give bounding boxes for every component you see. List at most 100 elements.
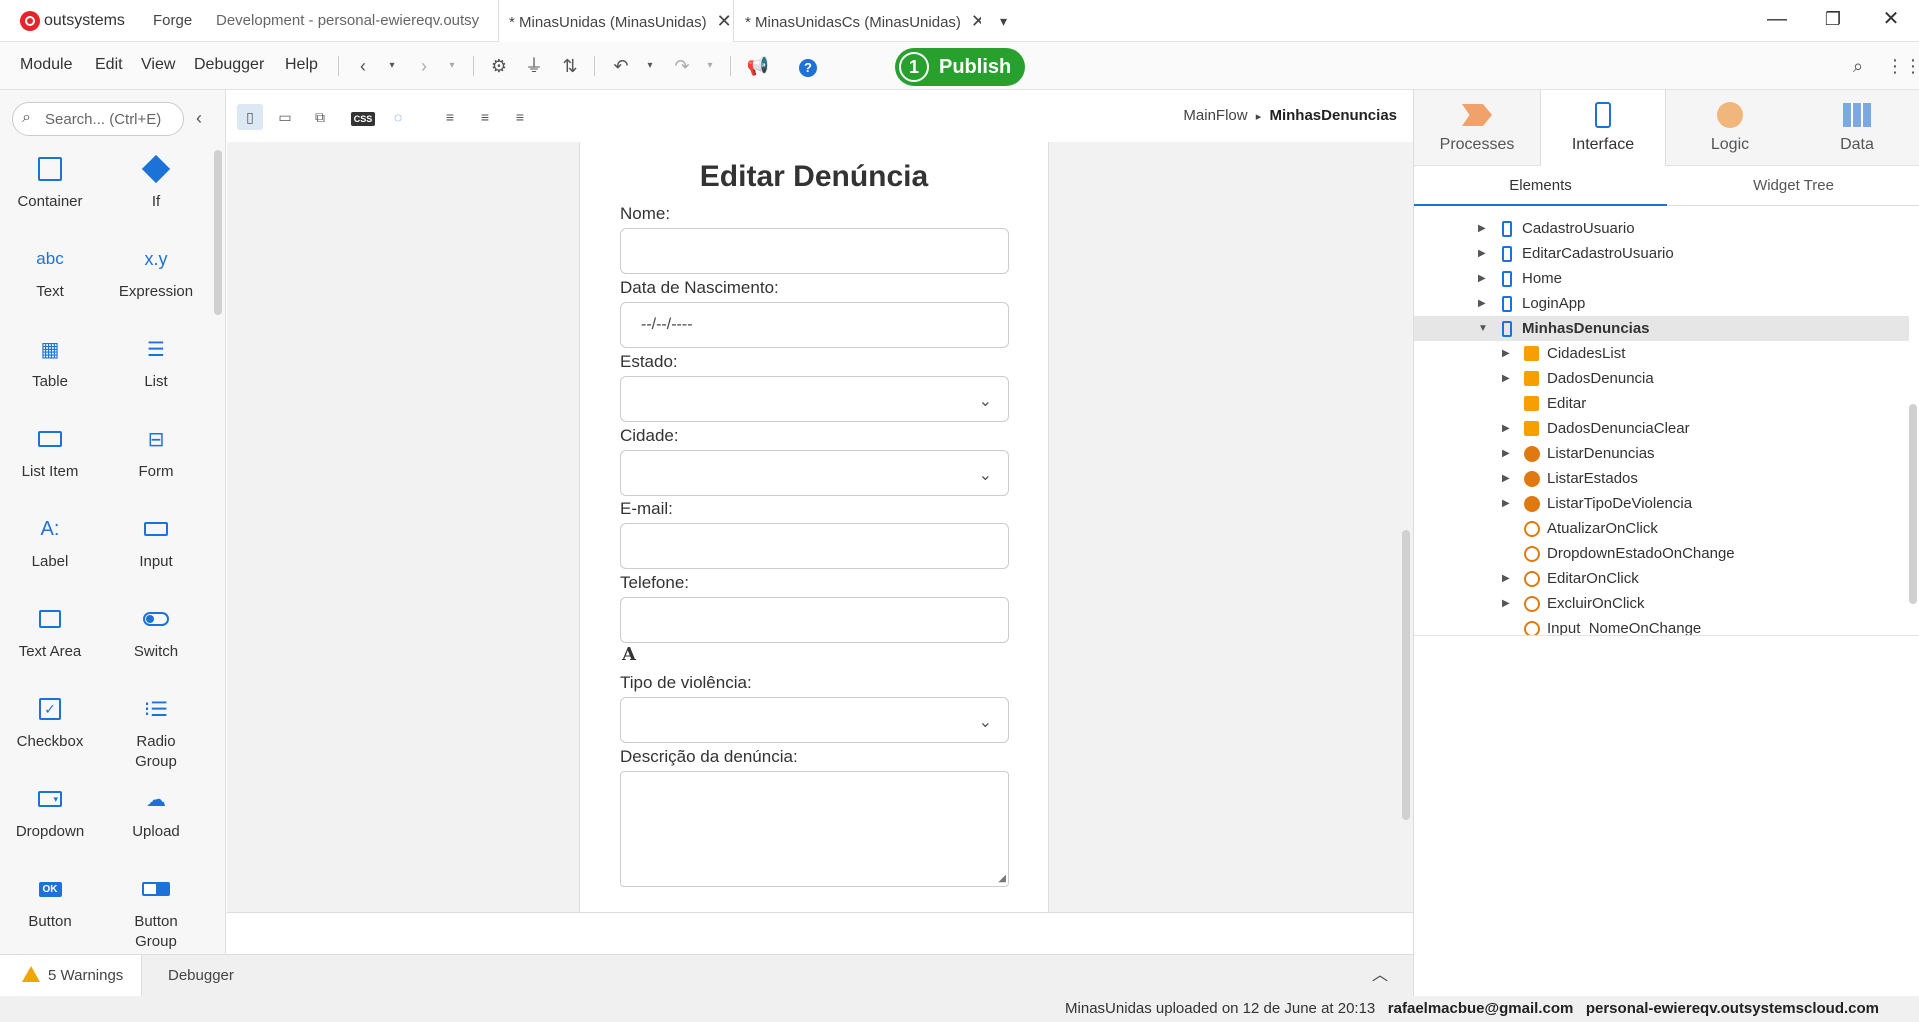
forward-icon[interactable]: ›	[412, 54, 436, 78]
user-email[interactable]: rafaelmacbue@gmail.com	[1388, 1000, 1574, 1017]
compare-merge-icon[interactable]: ⇅	[558, 54, 582, 78]
menu-debugger[interactable]: Debugger	[194, 56, 264, 74]
help-icon[interactable]: ?	[796, 54, 820, 78]
redo-dropdown-icon[interactable]: ▾	[698, 54, 722, 78]
estado-dropdown[interactable]: ⌄	[620, 376, 1009, 422]
tab-forge[interactable]: Forge	[153, 0, 192, 42]
widget-table[interactable]: ▦ Table	[0, 332, 100, 392]
tree-item-dadosdenuncia[interactable]: ▶ DadosDenuncia	[1414, 366, 1909, 391]
widget-if[interactable]: If	[106, 152, 206, 212]
tree-item-input-nomeonchange[interactable]: Input_NomeOnChange	[1414, 616, 1909, 635]
menu-edit[interactable]: Edit	[95, 56, 123, 74]
close-window-icon[interactable]: ✕	[1876, 4, 1906, 34]
server-name[interactable]: personal-ewiereqv.outsystemscloud.com	[1586, 1000, 1879, 1017]
nascimento-date-input[interactable]: --/--/----	[620, 302, 1009, 348]
menu-help[interactable]: Help	[285, 56, 318, 74]
cidade-dropdown[interactable]: ⌄	[620, 450, 1009, 496]
widget-switch[interactable]: Switch	[106, 602, 206, 662]
tree-item-listartipodeviolencia[interactable]: ▶ ListarTipoDeViolencia	[1414, 491, 1909, 516]
widget-upload[interactable]: ☁ Upload	[106, 782, 206, 842]
descricao-label[interactable]: Descrição da denúncia:	[620, 747, 798, 767]
align-left-icon[interactable]: ≡	[437, 104, 463, 130]
text-glyph-icon[interactable]: A	[622, 644, 636, 665]
tab-warnings[interactable]: 5 Warnings	[0, 955, 143, 997]
undo-dropdown-icon[interactable]: ▾	[638, 54, 662, 78]
tipo-violencia-dropdown[interactable]: ⌄	[620, 697, 1009, 743]
widget-list[interactable]: ☰ List	[106, 332, 206, 392]
widget-button-group[interactable]: Button Group	[106, 872, 206, 952]
estado-label[interactable]: Estado:	[620, 352, 678, 372]
tree-item-home[interactable]: ▶ Home	[1414, 266, 1909, 291]
align-right-icon[interactable]: ≡	[507, 104, 533, 130]
expand-caret-icon[interactable]: ▶	[1502, 566, 1510, 591]
widget-input[interactable]: Input	[106, 512, 206, 572]
tree-item-listardenuncias[interactable]: ▶ ListarDenuncias	[1414, 441, 1909, 466]
tree-item-excluironclick[interactable]: ▶ ExcluirOnClick	[1414, 591, 1909, 616]
tab-logic[interactable]: Logic	[1667, 90, 1793, 166]
widget-expression[interactable]: x.y Expression	[106, 242, 206, 302]
tree-item-dadosdenunciaclear[interactable]: ▶ DadosDenunciaClear	[1414, 416, 1909, 441]
tipo-violencia-label[interactable]: Tipo de violência:	[620, 673, 752, 693]
tree-item-editarcadastrousuario[interactable]: ▶ EditarCadastroUsuario	[1414, 241, 1909, 266]
publish-button[interactable]: 1 Publish	[895, 48, 1025, 86]
expand-caret-icon[interactable]: ▶	[1502, 491, 1510, 516]
expand-caret-icon[interactable]: ▶	[1502, 416, 1510, 441]
screen-title[interactable]: Editar Denúncia	[580, 160, 1048, 194]
expand-caret-icon[interactable]: ▶	[1502, 591, 1510, 616]
tree-scrollbar[interactable]	[1909, 404, 1917, 604]
widget-list-item[interactable]: List Item	[0, 422, 100, 482]
restore-icon[interactable]: ❐	[1818, 4, 1848, 34]
close-tab-icon[interactable]: ✕	[717, 11, 732, 31]
menu-module[interactable]: Module	[20, 56, 72, 74]
plug-icon[interactable]: ⏚	[522, 54, 546, 78]
expand-caret-icon[interactable]: ▶	[1478, 266, 1486, 291]
widget-container[interactable]: Container	[0, 152, 100, 212]
tab-data[interactable]: Data	[1794, 90, 1919, 166]
breadcrumb-flow[interactable]: MainFlow	[1183, 107, 1247, 124]
tab-minasunidas[interactable]: * MinasUnidas (MinasUnidas) ✕	[498, 0, 734, 42]
redo-icon[interactable]: ↷	[670, 54, 694, 78]
subtab-widget-tree[interactable]: Widget Tree	[1667, 166, 1919, 206]
expand-panel-icon[interactable]: ︿	[1372, 955, 1388, 997]
close-tab-icon[interactable]: ✕	[971, 11, 981, 31]
theme-palette-icon[interactable]: ◌	[385, 104, 411, 130]
screen-preview[interactable]: Editar Denúncia Nome: Data de Nascimento…	[579, 142, 1049, 912]
tree-item-editaronclick[interactable]: ▶ EditarOnClick	[1414, 566, 1909, 591]
collapse-panel-icon[interactable]: ‹	[196, 108, 202, 129]
tab-processes[interactable]: Processes	[1414, 90, 1540, 166]
forward-dropdown-icon[interactable]: ▾	[440, 54, 464, 78]
search-icon[interactable]: ⌕	[1846, 54, 1870, 78]
back-dropdown-icon[interactable]: ▾	[380, 54, 404, 78]
tree-item-editar[interactable]: Editar	[1414, 391, 1909, 416]
canvas-scrollbar[interactable]	[1402, 530, 1410, 820]
expand-caret-icon[interactable]: ▶	[1502, 341, 1510, 366]
outsystems-logo[interactable]: outsystems	[20, 11, 125, 31]
tree-item-dropdownestadoonchange[interactable]: DropdownEstadoOnChange	[1414, 541, 1909, 566]
breadcrumb-screen[interactable]: MinhasDenuncias	[1269, 107, 1397, 124]
rotate-preview-icon[interactable]: ⧉	[307, 104, 333, 130]
tree-item-minhasdenuncias[interactable]: ▼ MinhasDenuncias	[1414, 316, 1909, 341]
nome-label[interactable]: Nome:	[620, 204, 670, 224]
tab-development[interactable]: Development - personal-ewiereqv.outsy	[216, 0, 480, 42]
widget-label-tool[interactable]: A: Label	[0, 512, 100, 572]
nascimento-label[interactable]: Data de Nascimento:	[620, 278, 779, 298]
back-icon[interactable]: ‹	[351, 54, 375, 78]
toolbox-search[interactable]: ⌕ Search... (Ctrl+E)	[12, 102, 184, 136]
minimize-icon[interactable]: —	[1762, 4, 1792, 34]
expand-caret-icon[interactable]: ▶	[1478, 216, 1486, 241]
tree-item-listarestados[interactable]: ▶ ListarEstados	[1414, 466, 1909, 491]
apps-grid-icon[interactable]: ⋮⋮	[1886, 54, 1919, 78]
widget-form[interactable]: ⊟ Form	[106, 422, 206, 482]
tree-item-cadastrousuario[interactable]: ▶ CadastroUsuario	[1414, 216, 1909, 241]
tab-minasunidascs[interactable]: * MinasUnidasCs (MinasUnidas) ✕	[745, 0, 981, 42]
expand-caret-icon[interactable]: ▶	[1502, 466, 1510, 491]
widget-text-area[interactable]: Text Area	[0, 602, 100, 662]
email-input[interactable]	[620, 523, 1009, 569]
expand-caret-icon[interactable]: ▶	[1502, 366, 1510, 391]
resize-grip-icon[interactable]: ◢	[998, 873, 1006, 884]
align-center-icon[interactable]: ≡	[472, 104, 498, 130]
toolbox-scrollbar[interactable]	[214, 150, 222, 315]
cidade-label[interactable]: Cidade:	[620, 426, 679, 446]
tablet-preview-icon[interactable]: ▭	[272, 104, 298, 130]
nome-input[interactable]	[620, 228, 1009, 274]
